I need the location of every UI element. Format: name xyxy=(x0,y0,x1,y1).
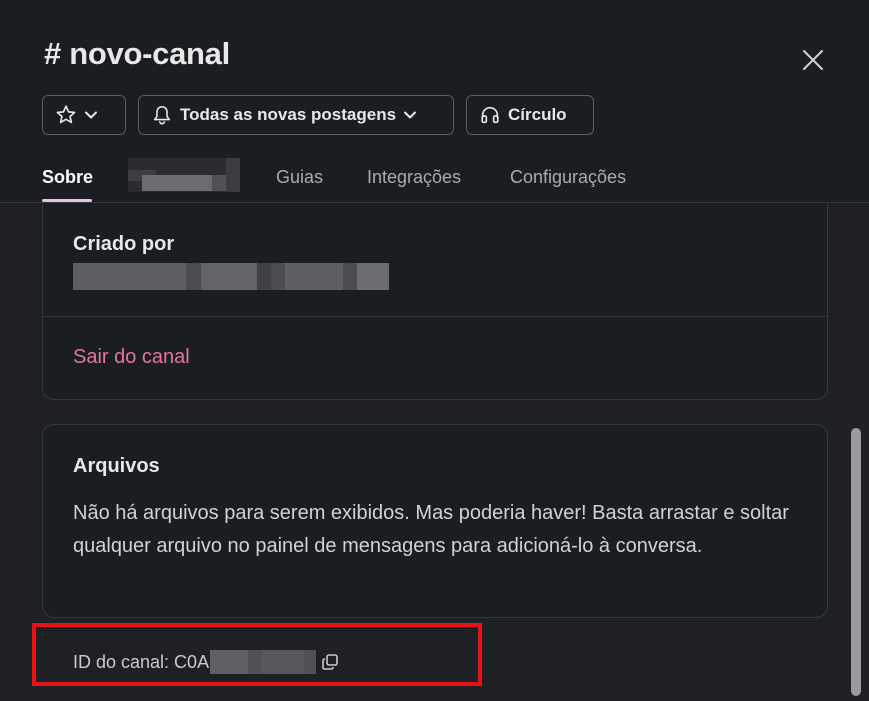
files-empty-text: Não há arquivos para serem exibidos. Mas… xyxy=(73,502,789,557)
close-button[interactable] xyxy=(796,43,830,77)
tab-settings[interactable]: Configurações xyxy=(510,167,626,188)
highlight-box xyxy=(32,623,482,686)
dialog-header: # novo-canal Todas as novas postagens Cí… xyxy=(0,0,869,203)
card-divider xyxy=(43,316,827,317)
active-tab-indicator xyxy=(42,199,92,202)
close-icon xyxy=(803,50,823,70)
star-icon xyxy=(56,105,76,124)
huddle-label: Círculo xyxy=(508,105,567,124)
page-title: # novo-canal xyxy=(44,36,230,72)
channel-details-dialog: # novo-canal Todas as novas postagens Cí… xyxy=(0,0,869,701)
channel-name: novo-canal xyxy=(69,36,230,71)
tab-integrations[interactable]: Integrações xyxy=(367,167,461,188)
notifications-label: Todas as novas postagens xyxy=(180,105,397,124)
channel-hash: # xyxy=(44,36,61,71)
tab-bar: Sobre Guias Integrações Configurações xyxy=(0,155,869,202)
bell-icon xyxy=(153,105,171,125)
about-card: Criado por Sair do canal xyxy=(42,203,828,400)
files-card: Arquivos Não há arquivos para serem exib… xyxy=(42,424,828,618)
created-by-value-redacted xyxy=(73,263,389,290)
headphones-icon xyxy=(481,106,499,124)
notifications-button[interactable]: Todas as novas postagens xyxy=(138,95,454,135)
huddle-button[interactable]: Círculo xyxy=(466,95,594,135)
chevron-down-icon xyxy=(404,111,417,119)
tab-tabs[interactable]: Guias xyxy=(276,167,323,188)
leave-channel-link[interactable]: Sair do canal xyxy=(73,346,190,369)
tab-about[interactable]: Sobre xyxy=(42,167,93,188)
files-title: Arquivos xyxy=(73,455,160,477)
tab-members-redacted[interactable] xyxy=(128,158,240,192)
star-button[interactable] xyxy=(42,95,126,135)
scrollbar[interactable] xyxy=(851,428,861,696)
chevron-down-icon xyxy=(85,111,97,119)
created-by-label: Criado por xyxy=(73,233,175,255)
